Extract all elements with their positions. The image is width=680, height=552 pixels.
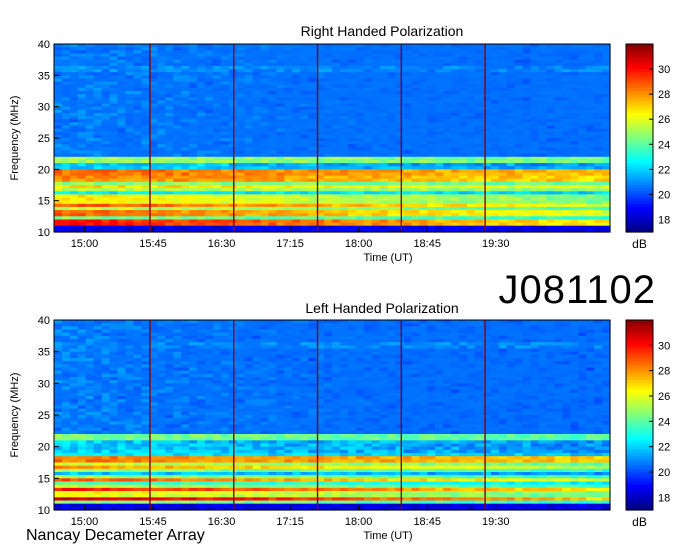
colorbar-tick-label: 18 <box>658 214 670 226</box>
colorbar-tick-label: 20 <box>658 189 670 201</box>
y-tick-label: 25 <box>38 133 50 145</box>
y-tick-label: 20 <box>38 164 50 176</box>
colorbar-tick-label: 22 <box>658 164 670 176</box>
x-tick-label: 18:45 <box>413 238 441 250</box>
x-tick-label: 15:45 <box>139 238 167 250</box>
y-tick-label: 40 <box>38 39 50 51</box>
x-tick-label: 16:30 <box>208 238 236 250</box>
colorbar-unit-label: dB <box>632 237 647 251</box>
colorbar-tick-label: 28 <box>658 89 670 101</box>
x-tick-label: 19:30 <box>482 238 510 250</box>
y-tick-label: 35 <box>38 70 50 82</box>
panel-title: Right Handed Polarization <box>301 23 464 39</box>
x-tick-label: 18:00 <box>345 238 373 250</box>
colorbar-tick-label: 30 <box>658 64 670 76</box>
x-tick-label: 15:00 <box>71 238 99 250</box>
x-tick-label: 17:15 <box>276 238 304 250</box>
y-tick-label: 15 <box>38 196 50 208</box>
colorbar-tick-label: 26 <box>658 114 670 126</box>
colorbar-tick-label: 24 <box>658 139 670 151</box>
y-tick-label: 10 <box>38 227 50 239</box>
x-axis-label: Time (UT) <box>363 252 412 264</box>
y-tick-label: 30 <box>38 102 50 114</box>
y-axis-label: Frequency (MHz) <box>9 96 21 181</box>
